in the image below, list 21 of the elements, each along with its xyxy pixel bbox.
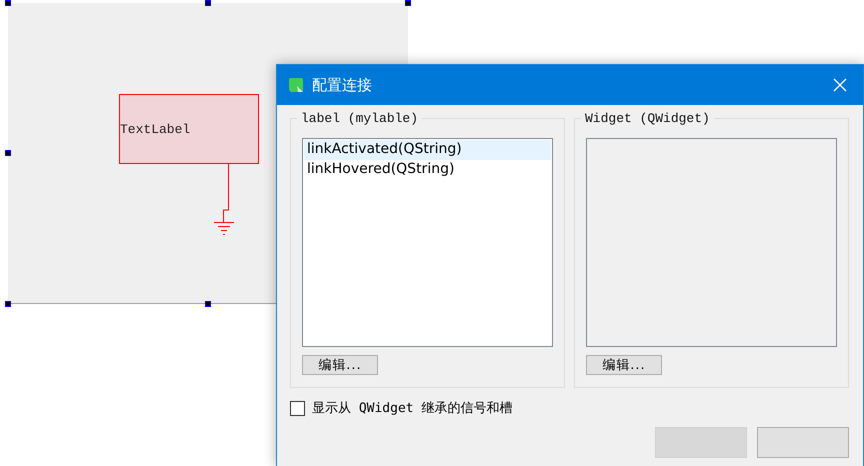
signal-list[interactable]: linkActivated(QString) linkHovered(QString) <box>302 138 553 347</box>
app-logo-icon <box>288 77 304 93</box>
resize-handle[interactable] <box>5 0 11 6</box>
list-item[interactable]: linkActivated(QString) <box>304 140 551 160</box>
resize-handle[interactable] <box>5 301 11 307</box>
window-title: 配置连接 <box>312 76 373 94</box>
label-text: TextLabel <box>120 122 190 136</box>
ground-symbol-icon <box>214 164 234 235</box>
resize-handle[interactable] <box>405 0 411 6</box>
checkbox[interactable] <box>290 400 305 416</box>
resize-handle[interactable] <box>205 0 211 6</box>
text-label-widget[interactable]: TextLabel <box>119 94 259 164</box>
edit-button[interactable]: 编辑... <box>586 355 662 375</box>
checkbox-label: 显示从 QWidget 继承的信号和槽 <box>312 400 512 417</box>
resize-handle[interactable] <box>205 301 211 307</box>
edit-button[interactable]: 编辑... <box>302 355 378 375</box>
group-title: Widget (QWidget) <box>581 111 714 126</box>
group-title: label (mylable) <box>297 111 422 126</box>
resize-handle[interactable] <box>5 150 11 156</box>
dialog-button[interactable] <box>757 427 849 458</box>
list-item[interactable]: linkHovered(QString) <box>304 160 551 180</box>
